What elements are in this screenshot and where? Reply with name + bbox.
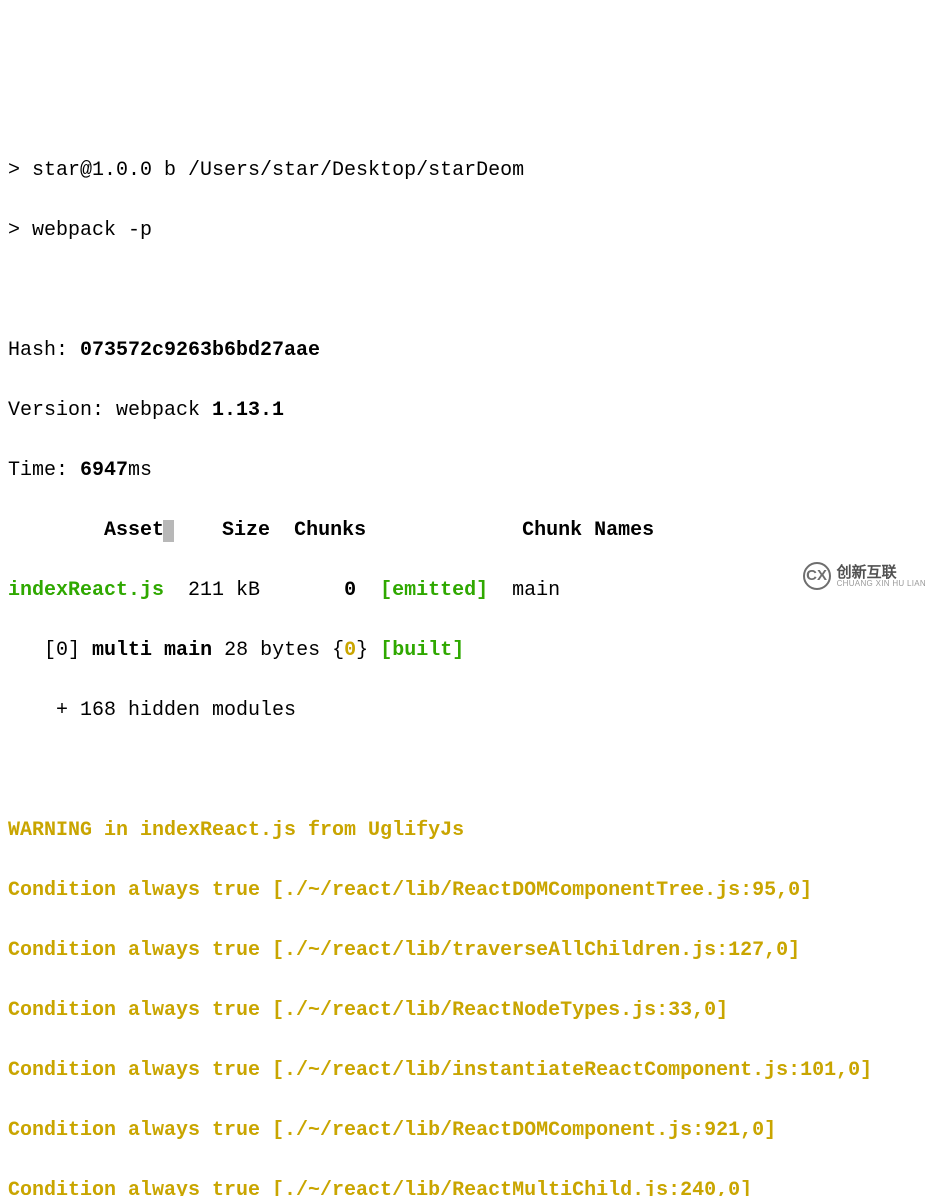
asset-row: indexReact.js 211 kB 0 [emitted] main [8, 576, 926, 606]
version-line: Version: webpack 1.13.1 [8, 396, 926, 426]
time-line: Time: 6947ms [8, 456, 926, 486]
hidden-modules: + 168 hidden modules [8, 696, 926, 726]
terminal-output: > star@1.0.0 b /Users/star/Desktop/starD… [8, 126, 926, 1196]
hash-line: Hash: 073572c9263b6bd27aae [8, 336, 926, 366]
warning-line: Condition always true [./~/react/lib/ins… [8, 1056, 926, 1086]
prompt-line-2: > webpack -p [8, 216, 926, 246]
watermark-text: 创新互联 CHUANG XIN HU LIAN [837, 565, 926, 588]
warning-line: Condition always true [./~/react/lib/tra… [8, 936, 926, 966]
chunk-row: [0] multi main 28 bytes {0} [built] [8, 636, 926, 666]
prompt-line-1: > star@1.0.0 b /Users/star/Desktop/starD… [8, 156, 926, 186]
warning-line: Condition always true [./~/react/lib/Rea… [8, 1176, 926, 1196]
watermark: CX 创新互联 CHUANG XIN HU LIAN [803, 562, 926, 590]
warning-line: Condition always true [./~/react/lib/Rea… [8, 1116, 926, 1146]
warning-header: WARNING in indexReact.js from UglifyJs [8, 816, 926, 846]
warning-line: Condition always true [./~/react/lib/Rea… [8, 876, 926, 906]
warning-line: Condition always true [./~/react/lib/Rea… [8, 996, 926, 1026]
logo-icon: CX [803, 562, 831, 590]
table-header: Asset Size Chunks Chunk Names [8, 516, 926, 546]
cursor-icon [163, 520, 174, 542]
